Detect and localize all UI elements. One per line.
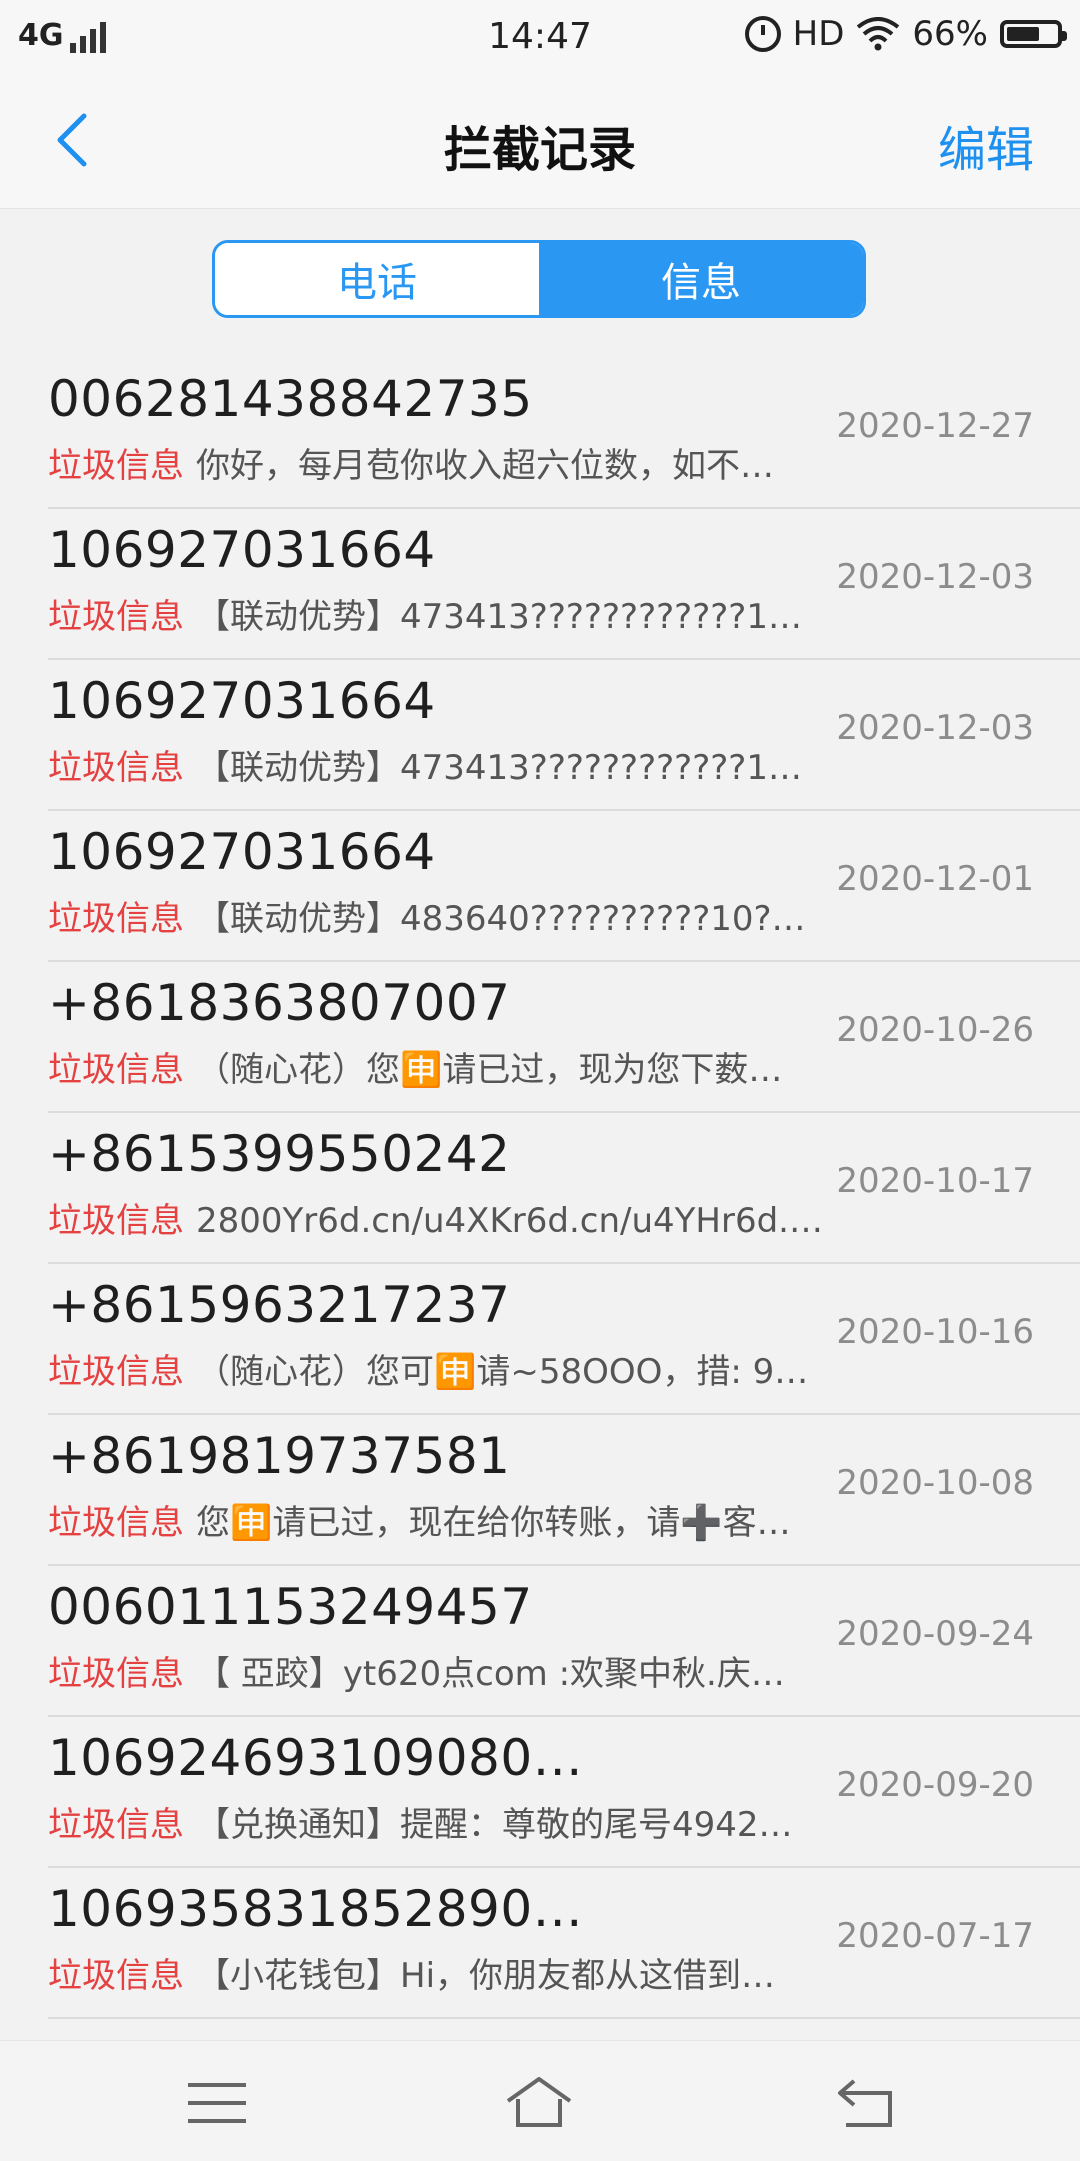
status-bar: 4G 14:47 HD 66% <box>0 0 1080 74</box>
message-preview-line: 垃圾信息 【兑换通知】提醒：尊敬的尾号4942… <box>48 1797 848 1846</box>
status-right: HD 66% <box>744 14 1067 54</box>
message-date: 2020-12-27 <box>836 406 1034 446</box>
sender-number: 00852578973​12 <box>48 2031 468 2038</box>
spam-tag: 垃圾信息 <box>48 1805 184 1845</box>
message-preview: 【 亞跤】yt620点com :欢聚中秋.庆… <box>196 1654 785 1694</box>
sender-number: 006011153249457 <box>48 1578 533 1636</box>
message-date: 2020-07-17 <box>836 1916 1034 1956</box>
sender-number: 106924693109080… <box>48 1729 584 1787</box>
message-preview-line: 垃圾信息 【联动优势】473413????????????1… <box>48 589 848 638</box>
message-row[interactable]: 00852578973​12 <box>48 2019 1080 2038</box>
message-row[interactable]: 006281438842735 垃圾信息 你好，每月苞你收入超六位数，如不… 2020… <box>48 358 1080 509</box>
sender-number: 106927031664 <box>48 521 436 579</box>
spam-tag: 垃圾信息 <box>48 1352 184 1392</box>
message-preview-line: 垃圾信息【 亞跤】yt620点com :欢聚中秋.庆… <box>48 1646 848 1695</box>
spam-tag: 垃圾信息 <box>48 1201 184 1241</box>
message-preview: 【联动优势】473413????????????1… <box>196 748 802 788</box>
page-title: 拦截记录 <box>443 122 636 178</box>
message-row[interactable]: +8619819737581 垃圾信息 您🈸请已过，现在给你转账，请➕客… 2020-… <box>48 1415 1080 1566</box>
message-preview: 【小花钱包】Hi，你朋友都从这借到… <box>196 1956 776 1996</box>
message-preview: 2800Yr6d.cn/u4XKr6d.cn/u4YHr6d.… <box>196 1201 823 1241</box>
sender-number: +8615399550242 <box>48 1125 511 1183</box>
message-date: 2020-10-26 <box>836 1010 1034 1050</box>
sender-number: +8618363807007 <box>48 974 511 1032</box>
battery-percent: 66% <box>912 14 988 54</box>
sender-number: +8619819737581 <box>48 1427 511 1485</box>
message-date: 2020-10-16 <box>836 1312 1034 1352</box>
header: 拦截记录 编辑 <box>0 74 1080 209</box>
message-row[interactable]: 106927031664 垃圾信息 【联动优势】483640??????????10… <box>48 811 1080 962</box>
spam-tag: 垃圾信息 <box>48 446 184 486</box>
message-preview-line: 垃圾信息 2800Yr6d.cn/u4XKr6d.cn/u4YHr6d.… <box>48 1193 848 1242</box>
spam-tag: 垃圾信息 <box>48 1503 184 1543</box>
battery-fill <box>1007 27 1039 41</box>
home-icon[interactable] <box>504 2073 574 2133</box>
message-preview: 【联动优势】483640??????????10?… <box>196 899 806 939</box>
sender-number: 106935831852890… <box>48 1880 584 1938</box>
message-preview-line: 垃圾信息 （随心花）您可🈸请~58OOO，措: 9… <box>48 1344 848 1393</box>
message-preview-line: 垃圾信息 【联动优势】483640??????????10?… <box>48 891 848 940</box>
message-row[interactable]: 106935831852890… 垃圾信息 【小花钱包】Hi，你朋友都从这借到… 20… <box>48 1868 1080 2019</box>
spam-tag: 垃圾信息 <box>48 1050 184 1090</box>
sender-number: 106927031664 <box>48 823 436 881</box>
sender-number: 006281438842735 <box>48 370 533 428</box>
message-preview: （随心花）您可🈸请~58OOO，措: 9… <box>196 1352 809 1392</box>
message-date: 2020-10-08 <box>836 1463 1034 1503</box>
message-preview: 你好，每月苞你收入超六位数，如不… <box>196 446 774 486</box>
message-date: 2020-12-03 <box>836 708 1034 748</box>
message-row[interactable]: 106924693109080… 垃圾信息 【兑换通知】提醒：尊敬的尾号4942… 2… <box>48 1717 1080 1868</box>
alarm-icon <box>744 16 781 52</box>
sender-number: +8615963217237 <box>48 1276 511 1334</box>
menu-icon[interactable] <box>182 2073 252 2133</box>
message-date: 2020-10-17 <box>836 1161 1034 1201</box>
battery-icon <box>1000 20 1067 48</box>
message-preview: 您🈸请已过，现在给你转账，请➕客… <box>196 1503 791 1543</box>
message-preview-line: 垃圾信息 【小花钱包】Hi，你朋友都从这借到… <box>48 1948 848 1997</box>
wifi-icon <box>857 17 900 51</box>
hd-indicator: HD <box>792 14 845 54</box>
message-preview: 【兑换通知】提醒：尊敬的尾号4942… <box>196 1805 793 1845</box>
message-preview-line: 垃圾信息 【联动优势】473413????????????1… <box>48 740 848 789</box>
navigation-bar <box>0 2040 1080 2161</box>
message-row[interactable]: 106927031664 垃圾信息 【联动优势】473413????????????… <box>48 509 1080 660</box>
message-preview: （随心花）您🈸请已过，现为您下薮… <box>196 1050 783 1090</box>
spam-tag: 垃圾信息 <box>48 899 184 939</box>
spam-tag: 垃圾信息 <box>48 1654 184 1694</box>
message-preview-line: 垃圾信息 你好，每月苞你收入超六位数，如不… <box>48 438 848 487</box>
message-row[interactable]: +8615963217237 垃圾信息 （随心花）您可🈸请~58OOO，措: 9… 2… <box>48 1264 1080 1415</box>
message-preview-line: 垃圾信息 您🈸请已过，现在给你转账，请➕客… <box>48 1495 848 1544</box>
spam-tag: 垃圾信息 <box>48 597 184 637</box>
message-date: 2020-12-03 <box>836 557 1034 597</box>
spam-tag: 垃圾信息 <box>48 1956 184 1996</box>
spam-tag: 垃圾信息 <box>48 748 184 788</box>
message-row[interactable]: 006011153249457 垃圾信息【 亞跤】yt620点com :欢聚中秋.… <box>48 1566 1080 1717</box>
message-preview: 【联动优势】473413????????????1… <box>196 597 802 637</box>
sender-number: 106927031664 <box>48 672 436 730</box>
message-preview-line: 垃圾信息 （随心花）您🈸请已过，现为您下薮… <box>48 1042 848 1091</box>
message-row[interactable]: +8618363807007 垃圾信息 （随心花）您🈸请已过，现为您下薮… 2020-… <box>48 962 1080 1113</box>
message-date: 2020-09-20 <box>836 1765 1034 1805</box>
edit-button[interactable]: 编辑 <box>938 110 1034 180</box>
tab-switcher: 电话 信息 <box>212 240 866 318</box>
message-row[interactable]: +8615399550242 垃圾信息 2800Yr6d.cn/u4XKr6d.cn… <box>48 1113 1080 1264</box>
back-nav-icon[interactable] <box>830 2073 900 2133</box>
message-row[interactable]: 106927031664 垃圾信息 【联动优势】473413????????????… <box>48 660 1080 811</box>
tab-messages[interactable]: 信息 <box>539 243 863 315</box>
message-date: 2020-09-24 <box>836 1614 1034 1654</box>
blocked-message-list: 006281438842735 垃圾信息 你好，每月苞你收入超六位数，如不… 2020… <box>0 358 1080 2038</box>
message-date: 2020-12-01 <box>836 859 1034 899</box>
tab-calls[interactable]: 电话 <box>215 243 539 315</box>
